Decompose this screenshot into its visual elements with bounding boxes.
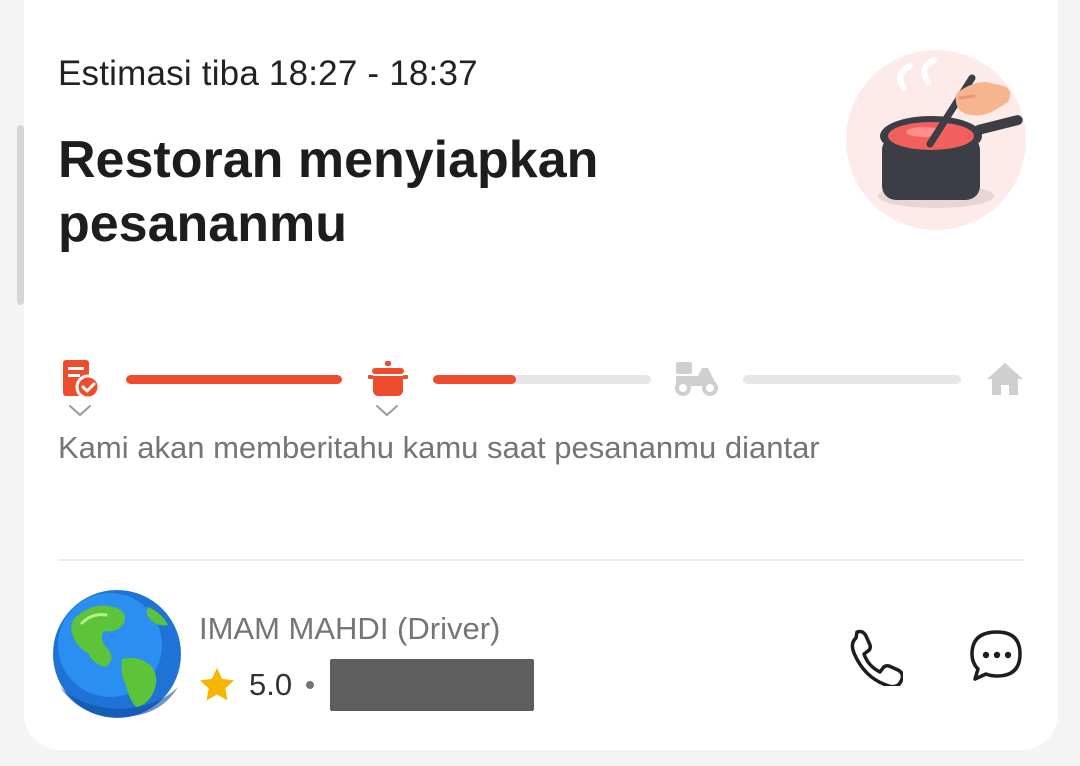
redacted-plate-number xyxy=(330,659,535,711)
progress-segment-3 xyxy=(743,375,961,384)
globe-avatar[interactable] xyxy=(52,589,182,719)
cooking-pot-illustration xyxy=(846,50,1026,230)
driver-rating-value: 5.0 xyxy=(249,667,293,702)
phone-icon[interactable] xyxy=(843,626,903,686)
order-status-title: Restoran menyiapkan pesananmu xyxy=(58,131,599,253)
chevron-down-icon[interactable] xyxy=(68,404,92,418)
scroll-indicator[interactable] xyxy=(17,125,24,305)
divider xyxy=(58,559,1025,561)
separator-dot xyxy=(306,681,315,689)
cooking-pot-icon xyxy=(368,361,408,396)
star-icon xyxy=(200,668,234,701)
chevron-down-icon[interactable] xyxy=(375,404,399,418)
driver-name: IMAM MAHDI (Driver) xyxy=(199,611,501,646)
eta-label: Estimasi tiba 18:27 - 18:37 xyxy=(58,54,478,93)
progress-segment-2 xyxy=(433,375,651,384)
order-confirmed-icon xyxy=(63,360,100,400)
driver-rating-row: 5.0 xyxy=(197,659,535,711)
delivery-scooter-icon xyxy=(675,362,718,396)
home-icon xyxy=(987,363,1023,395)
progress-segment-1 xyxy=(126,375,342,384)
delivery-notice-text: Kami akan memberitahu kamu saat pesananm… xyxy=(58,430,820,465)
chat-bubble-icon[interactable] xyxy=(967,626,1027,686)
